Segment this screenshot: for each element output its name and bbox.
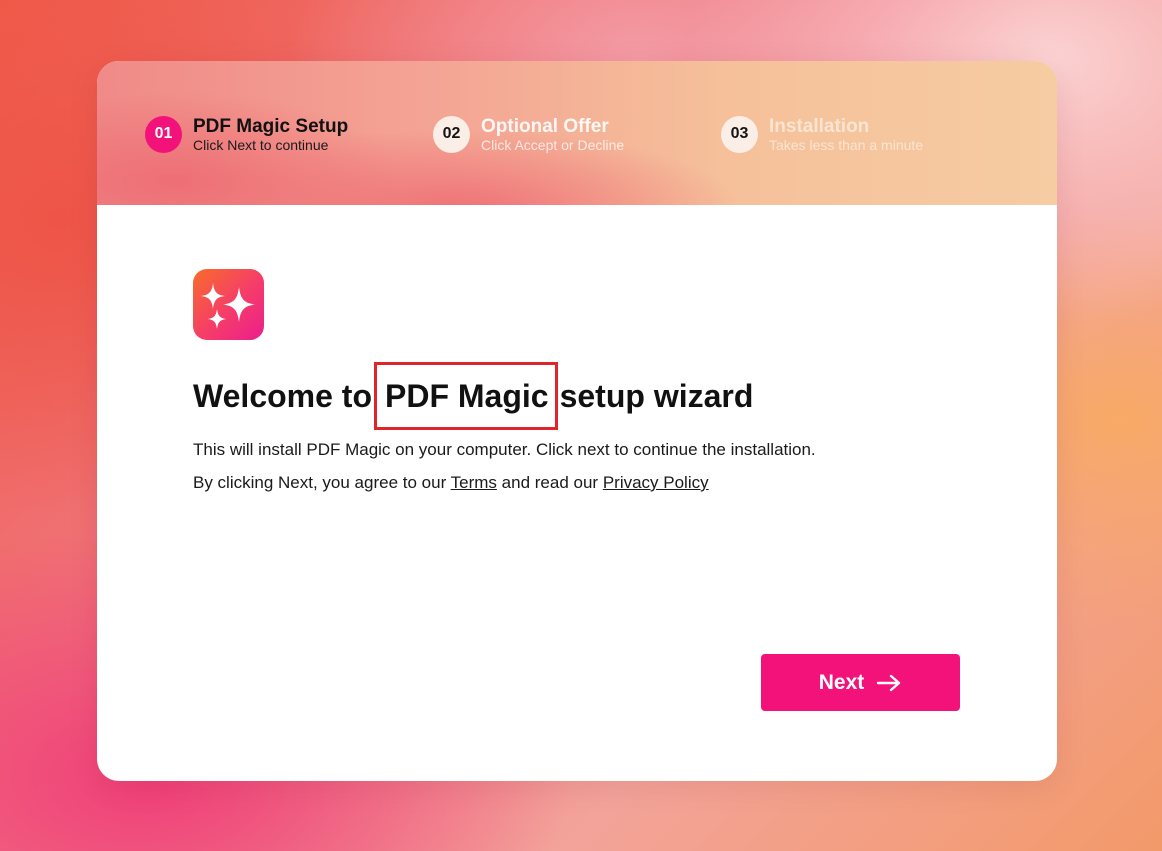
step-2: 02 Optional Offer Click Accept or Declin… (433, 115, 624, 153)
next-button[interactable]: Next (761, 654, 960, 711)
steps-header: 01 PDF Magic Setup Click Next to continu… (97, 61, 1057, 205)
privacy-policy-link[interactable]: Privacy Policy (603, 473, 709, 492)
step-2-number: 02 (433, 115, 470, 153)
step-3-number: 03 (721, 115, 758, 153)
title-suffix: setup wizard (559, 377, 754, 414)
agreement-middle: and read our (501, 473, 599, 492)
step-3: 03 Installation Takes less than a minute (721, 115, 923, 153)
sparkles-icon (193, 269, 264, 340)
setup-wizard-card: 01 PDF Magic Setup Click Next to continu… (97, 61, 1057, 781)
step-1-subtitle: Click Next to continue (193, 136, 329, 153)
step-1-title: PDF Magic Setup (193, 115, 349, 137)
arrow-right-icon (876, 674, 902, 692)
step-3-subtitle: Takes less than a minute (769, 136, 924, 153)
step-2-title: Optional Offer (481, 115, 609, 137)
page-title: Welcome to PDF Magic setup wizard (193, 362, 754, 430)
title-prefix: Welcome to (193, 377, 372, 414)
next-button-label: Next (818, 670, 865, 694)
install-description: This will install PDF Magic on your comp… (193, 440, 816, 459)
agreement-text: By clicking Next, you agree to our Terms… (193, 473, 709, 493)
terms-link[interactable]: Terms (451, 473, 497, 492)
step-3-title: Installation (769, 115, 870, 137)
step-2-subtitle: Click Accept or Decline (481, 136, 625, 153)
step-1-number: 01 (145, 115, 182, 153)
step-1: 01 PDF Magic Setup Click Next to continu… (145, 115, 348, 153)
agreement-prefix: By clicking Next, you agree to our (193, 473, 447, 492)
title-highlight: PDF Magic (374, 362, 558, 430)
